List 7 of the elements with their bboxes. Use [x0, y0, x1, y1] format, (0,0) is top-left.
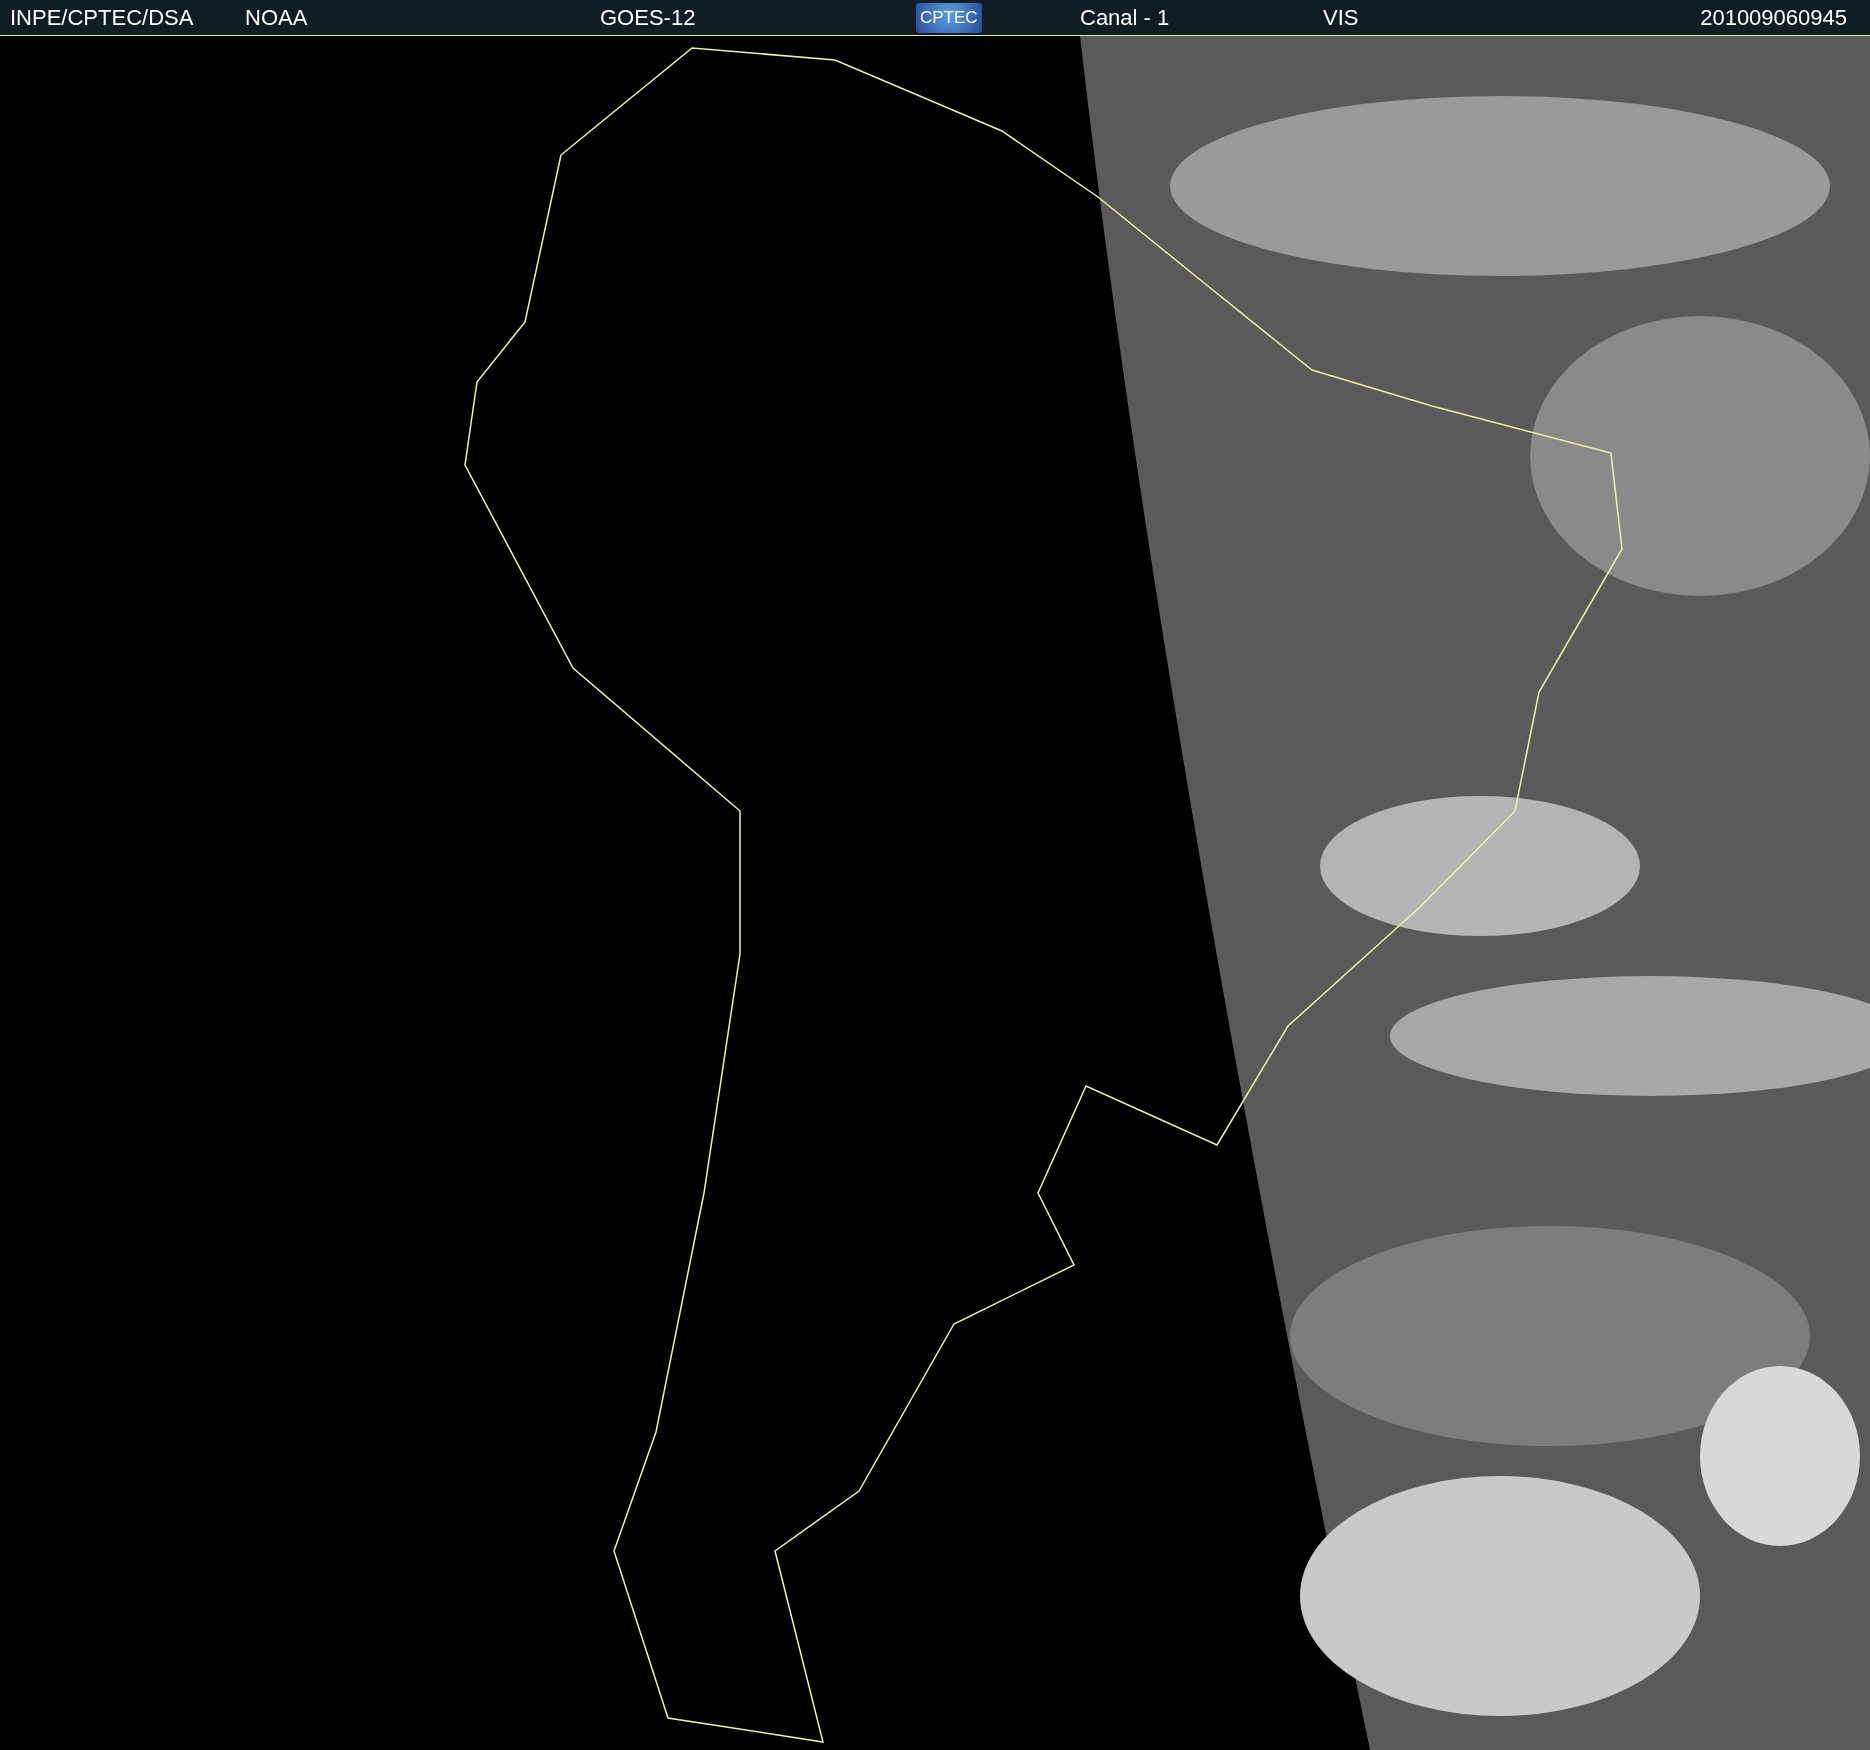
timestamp-label: 201009060945	[1700, 4, 1847, 31]
source-label: INPE/CPTEC/DSA	[10, 4, 194, 31]
agency-label: NOAA	[245, 4, 308, 31]
satellite-label: GOES-12	[600, 4, 696, 31]
logo: CPTEC	[916, 2, 982, 33]
band-label: VIS	[1323, 4, 1359, 31]
channel-label: Canal - 1	[1080, 4, 1170, 31]
